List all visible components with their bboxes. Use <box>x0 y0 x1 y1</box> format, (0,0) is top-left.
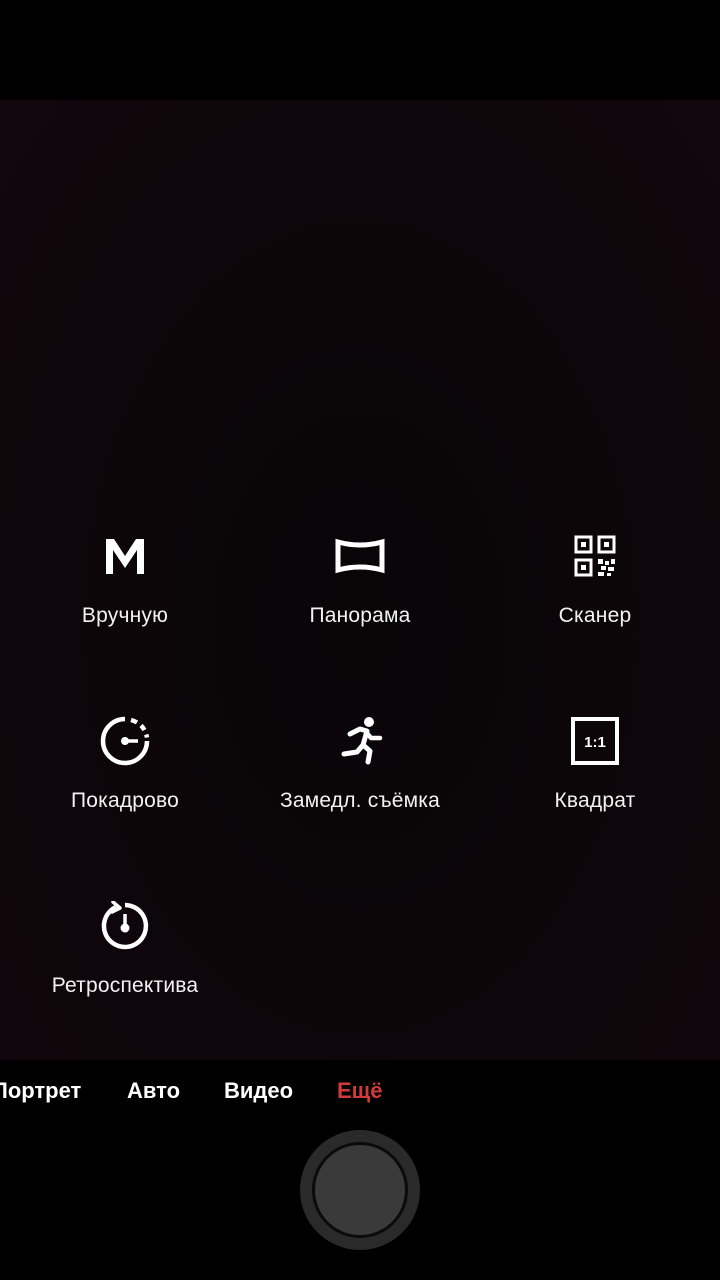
mode-panorama[interactable]: Панорама <box>250 530 470 650</box>
mode-label: Квадрат <box>554 789 636 812</box>
panorama-icon <box>334 530 386 582</box>
tab-auto[interactable]: Авто <box>127 1078 180 1104</box>
running-person-icon <box>334 715 386 767</box>
tab-more[interactable]: Ещё <box>337 1078 382 1104</box>
mode-scanner[interactable]: Сканер <box>485 530 705 650</box>
manual-m-icon <box>99 530 151 582</box>
mode-slowmo[interactable]: Замедл. съёмка <box>250 715 470 835</box>
mode-label: Ретроспектива <box>51 974 199 997</box>
tab-portrait[interactable]: Портрет <box>0 1078 81 1104</box>
qr-code-icon <box>569 530 621 582</box>
camera-screen: Вручную Панорама Сканер Покадрово Замедл… <box>0 0 720 1280</box>
mode-label: Покадрово <box>70 789 180 812</box>
square-ratio-icon: 1:1 <box>569 715 621 767</box>
mode-timelapse[interactable]: Покадрово <box>15 715 235 835</box>
square-ratio-text: 1:1 <box>584 734 606 751</box>
mode-label: Сканер <box>558 604 632 627</box>
tab-video[interactable]: Видео <box>224 1078 293 1104</box>
mode-retrospective[interactable]: Ретроспектива <box>15 900 235 1020</box>
mode-manual[interactable]: Вручную <box>15 530 235 650</box>
more-modes-grid: Вручную Панорама Сканер Покадрово Замедл… <box>0 520 720 1000</box>
shutter-button-inner <box>312 1142 408 1238</box>
mode-label: Замедл. съёмка <box>279 789 441 812</box>
mode-square[interactable]: 1:1 Квадрат <box>485 715 705 835</box>
mode-label: Вручную <box>81 604 169 627</box>
top-bar <box>0 0 720 100</box>
shutter-button[interactable] <box>300 1130 420 1250</box>
timelapse-dial-icon <box>99 715 151 767</box>
mode-tabs: Портрет Авто Видео Ещё <box>0 1070 720 1116</box>
mode-label: Панорама <box>309 604 411 627</box>
retrospective-timer-icon <box>99 900 151 952</box>
